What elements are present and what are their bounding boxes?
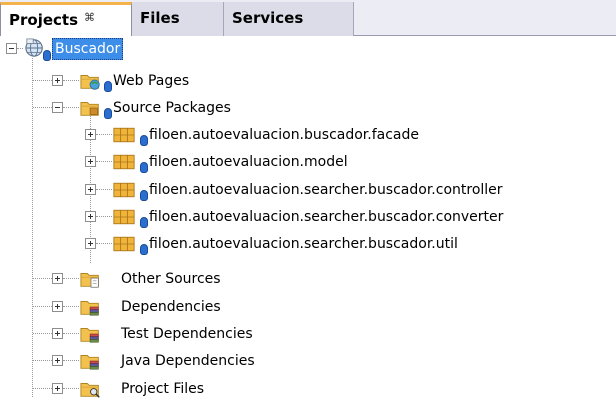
expand-toggle[interactable] xyxy=(85,184,96,195)
web-folder-icon xyxy=(80,75,100,90)
expand-toggle[interactable] xyxy=(52,273,63,284)
tree-row-other-sources[interactable]: Other Sources xyxy=(0,266,616,293)
tree-connector xyxy=(96,134,112,135)
tree-connector xyxy=(33,80,52,81)
package-icon xyxy=(113,127,135,143)
tree-connector xyxy=(96,189,112,190)
tree-label-dependencies: Dependencies xyxy=(121,299,221,315)
tree-row-package[interactable]: filoen.autoevaluacion.searcher.buscador.… xyxy=(0,204,616,231)
package-icon xyxy=(113,236,135,252)
tree-row-package[interactable]: filoen.autoevaluacion.searcher.buscador.… xyxy=(0,231,616,258)
collapse-toggle[interactable] xyxy=(52,102,63,113)
project-tree: Buscador Web Pages Source Packages filoe… xyxy=(0,36,616,411)
tree-row-web-pages[interactable]: Web Pages xyxy=(0,68,616,95)
java-badge-icon xyxy=(140,135,148,146)
tree-row-source-packages[interactable]: Source Packages xyxy=(0,95,616,122)
tab-projects-label: Projects xyxy=(9,11,79,29)
java-badge-icon xyxy=(140,190,148,201)
tree-connector xyxy=(33,278,52,279)
tree-connector xyxy=(33,388,52,389)
tree-label-package: filoen.autoevaluacion.model xyxy=(149,154,348,170)
tab-services[interactable]: Services xyxy=(224,2,354,36)
collapse-toggle[interactable] xyxy=(6,43,17,54)
tree-connector xyxy=(63,333,79,334)
expand-toggle[interactable] xyxy=(52,383,63,394)
tree-label-other-sources: Other Sources xyxy=(121,271,221,287)
expand-toggle[interactable] xyxy=(85,129,96,140)
tree-connector xyxy=(63,278,79,279)
java-badge-icon xyxy=(43,50,51,61)
tree-connector xyxy=(63,107,79,108)
tree-row-test-dependencies[interactable]: Test Dependencies xyxy=(0,321,616,348)
tree-connector xyxy=(96,243,112,244)
tree-connector xyxy=(17,48,23,49)
java-badge-icon xyxy=(104,81,112,92)
tree-row-root[interactable]: Buscador xyxy=(0,36,616,63)
project-files-folder-icon xyxy=(80,383,100,398)
tree-connector xyxy=(33,107,52,108)
source-folder-icon xyxy=(80,102,99,116)
tree-connector xyxy=(63,306,79,307)
tree-label-java-dependencies: Java Dependencies xyxy=(121,353,255,369)
expand-toggle[interactable] xyxy=(85,156,96,167)
tree-connector xyxy=(63,388,79,389)
expand-toggle[interactable] xyxy=(52,328,63,339)
tree-connector xyxy=(96,161,112,162)
library-folder-icon xyxy=(80,328,99,343)
tab-bar: Projects ⌘ Files Services xyxy=(0,0,616,36)
tree-label-package: filoen.autoevaluacion.buscador.facade xyxy=(149,127,419,143)
tab-services-label: Services xyxy=(232,9,304,27)
tree-connector xyxy=(63,360,79,361)
tree-label-root: Buscador xyxy=(52,38,124,60)
tree-label-package: filoen.autoevaluacion.searcher.buscador.… xyxy=(149,236,458,252)
library-folder-icon xyxy=(80,301,99,316)
java-badge-icon xyxy=(104,108,112,119)
expand-toggle[interactable] xyxy=(52,301,63,312)
tree-label-source-packages: Source Packages xyxy=(113,100,231,116)
tab-files-label: Files xyxy=(140,9,180,27)
tree-label-test-dependencies: Test Dependencies xyxy=(121,326,253,342)
package-icon xyxy=(113,209,135,225)
tree-connector xyxy=(33,333,52,334)
tree-label-package: filoen.autoevaluacion.searcher.buscador.… xyxy=(149,209,504,225)
other-sources-folder-icon xyxy=(80,273,99,288)
package-icon xyxy=(113,182,135,198)
expand-toggle[interactable] xyxy=(52,75,63,86)
tree-row-project-files[interactable]: Project Files xyxy=(0,376,616,403)
tab-projects[interactable]: Projects ⌘ xyxy=(0,2,132,36)
java-badge-icon xyxy=(140,217,148,228)
expand-toggle[interactable] xyxy=(52,355,63,366)
tree-connector xyxy=(96,216,112,217)
tree-row-dependencies[interactable]: Dependencies xyxy=(0,294,616,321)
package-icon xyxy=(113,154,135,170)
tree-row-package[interactable]: filoen.autoevaluacion.model xyxy=(0,149,616,176)
tree-connector xyxy=(33,306,52,307)
tree-connector xyxy=(33,360,52,361)
tab-close-icon[interactable]: ⌘ xyxy=(84,11,95,24)
java-badge-icon xyxy=(140,244,148,255)
tree-row-package[interactable]: filoen.autoevaluacion.buscador.facade xyxy=(0,122,616,149)
library-folder-icon xyxy=(80,355,99,370)
java-badge-icon xyxy=(140,162,148,173)
expand-toggle[interactable] xyxy=(85,211,96,222)
tree-row-java-dependencies[interactable]: Java Dependencies xyxy=(0,348,616,375)
tree-label-web-pages: Web Pages xyxy=(113,73,190,89)
tab-files[interactable]: Files xyxy=(132,2,224,36)
tree-connector xyxy=(63,80,79,81)
tree-label-package: filoen.autoevaluacion.searcher.buscador.… xyxy=(149,182,503,198)
expand-toggle[interactable] xyxy=(85,238,96,249)
tree-row-package[interactable]: filoen.autoevaluacion.searcher.buscador.… xyxy=(0,177,616,204)
tree-label-project-files: Project Files xyxy=(121,381,205,397)
